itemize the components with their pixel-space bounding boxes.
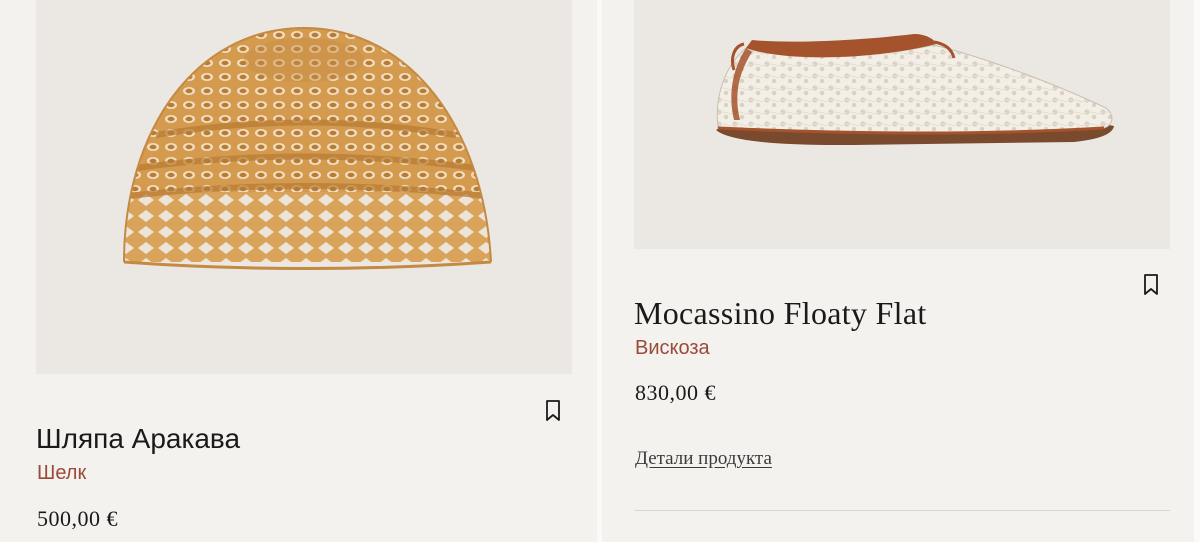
product-details-link[interactable]: Детали продукта [635,448,772,470]
product-grid: Шляпа Аракава Шелк 500,00 € Mocassino Fl… [0,0,1200,542]
bookmark-icon [546,400,560,421]
page-edge [1194,0,1200,542]
product-card-hat[interactable]: Шляпа Аракава Шелк 500,00 € [0,0,598,542]
divider [634,510,1170,511]
hat-image [123,26,492,270]
product-material: Вискоза [635,337,710,359]
product-title[interactable]: Mocassino Floaty Flat [634,295,927,332]
product-material: Шелк [37,462,87,484]
product-price: 500,00 € [37,506,118,531]
product-title[interactable]: Шляпа Аракава [36,423,240,455]
product-image-shoe[interactable] [634,0,1170,249]
bookmark-icon [1144,274,1158,295]
bookmark-button[interactable] [1140,272,1162,298]
product-price: 830,00 € [635,380,716,405]
product-image-hat[interactable] [36,0,572,374]
shoe-image [716,34,1114,146]
bookmark-button[interactable] [542,398,564,424]
product-card-shoe[interactable]: Mocassino Floaty Flat Вискоза 830,00 € Д… [602,0,1200,542]
